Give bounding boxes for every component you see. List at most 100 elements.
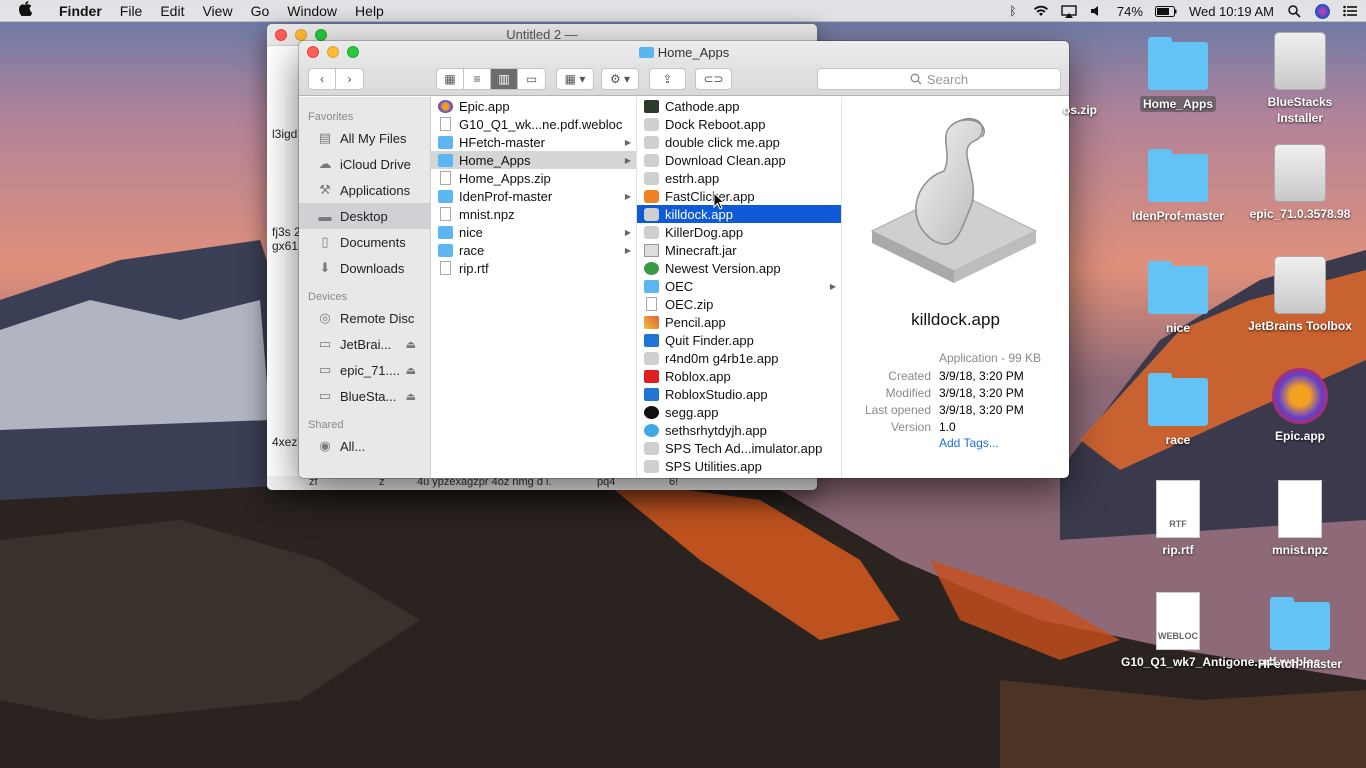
- menu-file[interactable]: File: [111, 3, 152, 19]
- airplay-icon[interactable]: [1061, 4, 1077, 18]
- list-item[interactable]: Minecraft.jar: [637, 241, 841, 259]
- menu-edit[interactable]: Edit: [151, 3, 193, 19]
- view-mode-segmented[interactable]: ▦ ≡ ▥ ▭: [436, 68, 546, 90]
- sidebar-item-epic[interactable]: ▭ epic_71.... ⏏: [299, 357, 430, 383]
- volume-icon[interactable]: [1089, 4, 1105, 18]
- siri-icon[interactable]: [1314, 3, 1330, 19]
- list-item[interactable]: Newest Version.app: [637, 259, 841, 277]
- list-item[interactable]: Dock Reboot.app: [637, 115, 841, 133]
- list-item[interactable]: OEC ▶: [637, 277, 841, 295]
- folder-icon: [438, 153, 453, 167]
- list-item[interactable]: IdenProf-master ▶: [431, 187, 636, 205]
- list-item[interactable]: double click me.app: [637, 133, 841, 151]
- sidebar-item-icloud-drive[interactable]: ☁ iCloud Drive: [299, 151, 430, 177]
- version-label: Version: [890, 420, 931, 434]
- sidebar-item-all-shared[interactable]: ◉ All...: [299, 433, 430, 459]
- list-item[interactable]: killdock.app: [637, 205, 841, 223]
- menu-go[interactable]: Go: [242, 3, 279, 19]
- list-item[interactable]: r4nd0m g4rb1e.app: [637, 349, 841, 367]
- desktop-item[interactable]: mnist.npz: [1240, 480, 1360, 558]
- list-item[interactable]: segg.app: [637, 403, 841, 421]
- bluetooth-icon[interactable]: ᛒ: [1005, 4, 1021, 18]
- list-item[interactable]: race ▶: [431, 241, 636, 259]
- list-item[interactable]: Download Clean.app: [637, 151, 841, 169]
- battery-icon[interactable]: [1154, 4, 1177, 18]
- tags-button[interactable]: ⊂⊃: [695, 68, 732, 90]
- sidebar-item-remote-disc[interactable]: ◎ Remote Disc: [299, 305, 430, 331]
- finder-window[interactable]: Home_Apps ‹ › ▦ ≡ ▥ ▭ ▦ ▾ ⚙ ▾ ⇪ ⊂⊃ Searc…: [299, 41, 1069, 478]
- sidebar-item-documents[interactable]: ▯ Documents: [299, 229, 430, 255]
- desktop-item[interactable]: RTF rip.rtf: [1118, 480, 1238, 558]
- list-item[interactable]: Home_Apps ▶: [431, 151, 636, 169]
- cover-flow-icon[interactable]: ▭: [518, 69, 545, 89]
- forward-icon[interactable]: ›: [336, 69, 363, 89]
- add-tags-link[interactable]: Add Tags...: [939, 436, 999, 450]
- list-item[interactable]: estrh.app: [637, 169, 841, 187]
- list-item[interactable]: KillerDog.app: [637, 223, 841, 241]
- list-item[interactable]: HFetch-master ▶: [431, 133, 636, 151]
- eject-icon[interactable]: ⏏: [406, 364, 416, 377]
- sidebar-item-desktop[interactable]: ▬ Desktop: [299, 203, 430, 229]
- list-item[interactable]: Roblox.app: [637, 367, 841, 385]
- desktop-item[interactable]: IdenProf-master: [1118, 144, 1238, 224]
- list-item-label: rip.rtf: [459, 260, 489, 276]
- last-opened-value: 3/9/18, 3:20 PM: [939, 403, 1024, 417]
- eject-icon[interactable]: ⏏: [406, 390, 416, 403]
- desktop-item[interactable]: BlueStacks Installer: [1240, 32, 1360, 126]
- sidebar-item-bluestacks[interactable]: ▭ BlueSta... ⏏: [299, 383, 430, 409]
- list-item[interactable]: sethsrhytdyjh.app: [637, 421, 841, 439]
- spotlight-search-icon[interactable]: [1286, 4, 1302, 18]
- folder-icon: [438, 189, 453, 203]
- icon-view-icon[interactable]: ▦: [437, 69, 464, 89]
- menu-view[interactable]: View: [193, 3, 241, 19]
- list-item[interactable]: RobloxStudio.app: [637, 385, 841, 403]
- sidebar-item-all-my-files[interactable]: ▤ All My Files: [299, 125, 430, 151]
- desktop-item[interactable]: Home_Apps: [1118, 32, 1238, 112]
- desktop-item[interactable]: HFetch-master: [1240, 592, 1360, 672]
- apple-menu-icon[interactable]: [0, 1, 50, 20]
- action-button[interactable]: ⚙ ▾: [601, 68, 639, 90]
- column-home-apps[interactable]: Cathode.app Dock Reboot.app double click m…: [637, 97, 842, 478]
- column-view-icon[interactable]: ▥: [491, 69, 518, 89]
- list-item[interactable]: SPS Tech Ad...imulator.app: [637, 439, 841, 457]
- menu-finder[interactable]: Finder: [50, 3, 111, 19]
- desktop-item[interactable]: race: [1118, 368, 1238, 448]
- back-forward-buttons[interactable]: ‹ ›: [308, 68, 364, 90]
- desktop-item[interactable]: Epic.app: [1240, 368, 1360, 444]
- arrange-button[interactable]: ▦ ▾: [556, 68, 594, 90]
- list-item[interactable]: Pencil.app: [637, 313, 841, 331]
- menu-window[interactable]: Window: [278, 3, 346, 19]
- sidebar-item-downloads[interactable]: ⬇ Downloads: [299, 255, 430, 281]
- desktop-item[interactable]: JetBrains Toolbox: [1240, 256, 1360, 334]
- menubar-clock[interactable]: Wed 10:19 AM: [1189, 4, 1274, 19]
- search-field[interactable]: Search: [817, 68, 1061, 90]
- list-item[interactable]: G10_Q1_wk...ne.pdf.webloc: [431, 115, 636, 133]
- list-item[interactable]: Quit Finder.app: [637, 331, 841, 349]
- column-desktop[interactable]: Epic.app G10_Q1_wk...ne.pdf.webloc HFetch-…: [431, 97, 637, 478]
- share-button[interactable]: ⇪: [649, 68, 686, 90]
- list-view-icon[interactable]: ≡: [464, 69, 491, 89]
- desktop-item[interactable]: nice: [1118, 256, 1238, 336]
- list-item[interactable]: SPS Utilities.app: [637, 457, 841, 475]
- desktop-item[interactable]: WEBLOC G10_Q1_wk7_Antigone.pdf.webloc: [1118, 592, 1320, 670]
- list-item[interactable]: Home_Apps.zip: [431, 169, 636, 187]
- sidebar-item-jetbrains[interactable]: ▭ JetBrai... ⏏: [299, 331, 430, 357]
- back-icon[interactable]: ‹: [309, 69, 336, 89]
- menu-help[interactable]: Help: [346, 3, 393, 19]
- list-item[interactable]: OEC.zip: [637, 295, 841, 313]
- wifi-icon[interactable]: [1033, 4, 1049, 18]
- list-item[interactable]: Epic.app: [431, 97, 636, 115]
- notification-center-icon[interactable]: [1342, 4, 1358, 18]
- list-item[interactable]: rip.rtf: [431, 259, 636, 277]
- desktop-partial-zip[interactable]: os.zip: [1040, 102, 1120, 118]
- desktop-item[interactable]: epic_71.0.3578.98: [1240, 144, 1360, 222]
- list-item[interactable]: nice ▶: [431, 223, 636, 241]
- sidebar-item-applications[interactable]: ⚒ Applications: [299, 177, 430, 203]
- eject-icon[interactable]: ⏏: [406, 338, 416, 351]
- list-item[interactable]: Cathode.app: [637, 97, 841, 115]
- desktop-icon-label: rip.rtf: [1162, 543, 1194, 557]
- list-item[interactable]: mnist.npz: [431, 205, 636, 223]
- app-icon: [644, 387, 659, 401]
- list-item[interactable]: FastClicker.app: [637, 187, 841, 205]
- finder-toolbar[interactable]: Home_Apps ‹ › ▦ ≡ ▥ ▭ ▦ ▾ ⚙ ▾ ⇪ ⊂⊃ Searc…: [299, 41, 1069, 96]
